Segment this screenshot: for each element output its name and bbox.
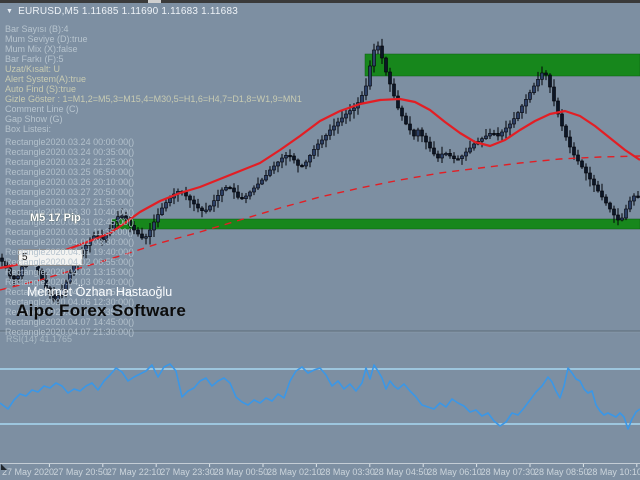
param-line: Auto Find (S):true (5, 84, 302, 94)
time-axis-label: 27 May 23:30 (160, 467, 215, 477)
box-list-row: Rectangle2020.03.24 21:25:00() (5, 157, 134, 167)
box-list-row: Rectangle2020.03.27 20:50:00() (5, 187, 134, 197)
box-list-row: Rectangle2020.04.01 03:30:00() (5, 237, 134, 247)
time-axis-label: 28 May 03:30 (320, 467, 375, 477)
box-list-row: Rectangle2020.03.24 00:00:00() (5, 137, 134, 147)
param-line: Mum Seviye (D):true (5, 34, 302, 44)
box-list-row: Rectangle2020.03.27 21:55:00() (5, 197, 134, 207)
box-list-row: Rectangle2020.03.24 00:35:00() (5, 147, 134, 157)
mt4-chart-window: ▼ EURUSD,M5 1.11685 1.11690 1.11683 1.11… (0, 0, 640, 480)
box-list-row: Rectangle2020.04.02 06:55:00() (5, 257, 134, 267)
collapse-triangle-icon[interactable]: ▼ (6, 7, 13, 17)
param-line: Alert System(A):true (5, 74, 302, 84)
param-line: Bar Farkı (F):5 (5, 54, 302, 64)
param-line: Bar Sayısı (B):4 (5, 24, 302, 34)
param-line: Gap Show (G) (5, 114, 302, 124)
time-axis-label: 28 May 04:50 (374, 467, 429, 477)
box-list-row: Rectangle2020.03.26 20:10:00() (5, 177, 134, 187)
indicator-param-list: Bar Sayısı (B):4Mum Seviye (D):trueMum M… (5, 24, 302, 134)
rsi-indicator-label: RSI(14) 41.1765 (6, 334, 72, 344)
brand-watermark: Aipc Forex Software (16, 301, 186, 321)
param-line: Uzat/Kısalt: U (5, 64, 302, 74)
chart-title-bar: ▼ EURUSD,M5 1.11685 1.11690 1.11683 1.11… (6, 6, 238, 17)
author-watermark: Mehmet Özhan Hastaoğlu (27, 285, 172, 299)
time-axis-label: 28 May 08:50 (534, 467, 589, 477)
param-line: Comment Line (C) (5, 104, 302, 114)
box-list-row: Rectangle2020.04.02 13:15:00() (5, 267, 134, 277)
time-axis-label: 28 May 02:10 (267, 467, 322, 477)
zone-pip-label: M5 17 Pip (30, 212, 81, 224)
param-line: Mum Mix (X):false (5, 44, 302, 54)
box-list-row: Rectangle2020.03.25 06:50:00() (5, 167, 134, 177)
time-axis-label: 27 May 22:10 (107, 467, 162, 477)
chart-shift-marker-icon (1, 464, 7, 470)
window-top-strip (0, 0, 640, 3)
param-line: Box Listesi: (5, 124, 302, 134)
time-axis-label: 28 May 07:30 (481, 467, 536, 477)
time-axis-label: 27 May 20:50 (53, 467, 108, 477)
time-axis-label: 28 May 00:50 (214, 467, 269, 477)
time-axis[interactable]: 27 May 202027 May 20:5027 May 22:1027 Ma… (0, 463, 640, 480)
time-axis-label: 27 May 2020 (2, 467, 54, 477)
symbol-quote-title: EURUSD,M5 1.11685 1.11690 1.11683 1.1168… (18, 6, 238, 17)
time-axis-label: 28 May 10:10 (587, 467, 640, 477)
param-line: Gizle Göster : 1=M1,2=M5,3=M15,4=M30,5=H… (5, 94, 302, 104)
time-axis-label: 28 May 06:10 (427, 467, 482, 477)
box-list-row: Rectangle2020.03.31 11:35:00() (5, 227, 134, 237)
top-strip-highlight (148, 0, 161, 3)
box-list-row: Rectangle2020.04.01 19:40:00() (5, 247, 134, 257)
